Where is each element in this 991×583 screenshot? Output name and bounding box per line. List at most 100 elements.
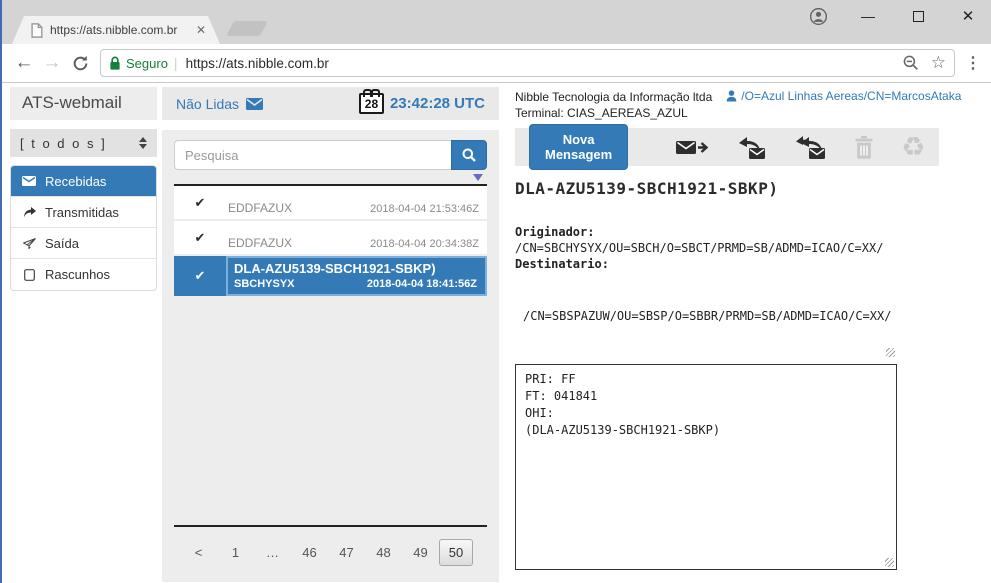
search-button[interactable] <box>451 140 487 170</box>
paper-plane-icon <box>21 238 37 249</box>
sidebar-item-saida[interactable]: Saída <box>11 228 156 259</box>
forward-icon: → <box>38 49 66 77</box>
originator-line: Originador: /CN=SBCHYSYX/OU=SBCH/O=SBCT/… <box>515 224 897 256</box>
lock-icon <box>109 56 121 71</box>
user-icon <box>726 90 737 102</box>
destination-value: /CN=SBSPAZUW/OU=SBSP/O=SBBR/PRMD=SB/ADMD… <box>523 293 891 323</box>
mail-row[interactable]: ✔ EDDFAZUX 2018-04-04 20:34:38Z <box>174 221 487 254</box>
sidebar-item-label: Rascunhos <box>45 267 110 282</box>
clock-time: 23:42:28 UTC <box>390 95 485 112</box>
read-check-icon[interactable]: ✔ <box>174 186 226 219</box>
back-icon[interactable]: ← <box>10 49 38 77</box>
address-bar[interactable]: Seguro | https://ats.nibble.com.br ☆ <box>100 49 955 77</box>
zoom-out-icon[interactable] <box>903 55 919 71</box>
sidebar-item-label: Recebidas <box>45 174 106 189</box>
mail-list: ✔ EDDFAZUX 2018-04-04 21:53:46Z ✔ EDDFAZ… <box>174 184 487 298</box>
reload-icon[interactable] <box>66 49 94 77</box>
pagination: < 1 … 46 47 48 49 50 <box>174 525 487 572</box>
originator-label: Originador: <box>515 225 594 239</box>
resize-handle-icon[interactable] <box>886 348 895 357</box>
mail-row-selected[interactable]: ✔ DLA-AZU5139-SBCH1921-SBKP) SBCHYSYX 20… <box>174 256 487 296</box>
tab-close-icon[interactable]: ✕ <box>196 23 206 37</box>
omnibox-separator: | <box>174 55 178 71</box>
message-subject: DLA-AZU5139-SBCH1921-SBKP) <box>515 179 991 198</box>
address-block: Originador: /CN=SBCHYSYX/OU=SBCH/O=SBCT/… <box>515 224 897 358</box>
resize-handle-icon[interactable] <box>885 558 894 567</box>
folder-filter-value: [ t o d o s ] <box>20 136 107 151</box>
utc-clock: 28 23:42:28 UTC <box>359 93 485 114</box>
mail-sender: EDDFAZUX <box>228 201 292 215</box>
folder-menu: Recebidas Transmitidas Saída Rascunhos <box>10 165 157 291</box>
destination-label: Destinatario: <box>515 257 609 271</box>
reply-all-icon[interactable] <box>795 135 827 160</box>
tab-title: https://ats.nibble.com.br <box>50 23 196 37</box>
mail-sender: EDDFAZUX <box>228 236 292 250</box>
company-name: Nibble Tecnologia da Informação ltda <box>515 89 712 105</box>
sidebar: ATS-webmail [ t o d o s ] Recebidas Tran… <box>2 83 162 582</box>
page-1[interactable]: 1 <box>217 545 254 560</box>
company-info: Nibble Tecnologia da Informação ltda Ter… <box>515 89 712 121</box>
sidebar-item-transmitidas[interactable]: Transmitidas <box>11 197 156 228</box>
page-current[interactable]: 50 <box>439 539 473 566</box>
reply-icon[interactable] <box>737 135 767 160</box>
terminal-name: Terminal: CIAS_AEREAS_AZUL <box>515 105 712 121</box>
favicon-page-icon <box>30 23 43 38</box>
mail-date: 2018-04-04 18:41:56Z <box>367 278 477 290</box>
mail-date: 2018-04-04 21:53:46Z <box>370 203 479 215</box>
minimize-button[interactable]: — <box>855 6 881 26</box>
list-header: Não Lidas 28 23:42:28 UTC <box>162 87 499 120</box>
forward-arrow-icon <box>21 207 37 218</box>
message-list-panel: Não Lidas 28 23:42:28 UTC ✔ <box>162 83 499 582</box>
draft-icon <box>21 269 37 281</box>
bookmark-star-icon[interactable]: ☆ <box>931 53 946 73</box>
mail-date: 2018-04-04 20:34:38Z <box>370 238 479 250</box>
destination-field[interactable]: /CN=SBSPAZUW/OU=SBSP/O=SBBR/PRMD=SB/ADMD… <box>515 274 897 358</box>
app-title: ATS-webmail <box>10 87 157 120</box>
unread-filter[interactable]: Não Lidas <box>176 96 263 112</box>
inbox-icon <box>21 176 37 186</box>
calendar-icon: 28 <box>359 93 384 114</box>
search-icon <box>462 148 476 162</box>
mail-sender: SBCHYSYX <box>234 278 295 290</box>
url-text[interactable]: https://ats.nibble.com.br <box>186 56 903 71</box>
new-tab-button[interactable] <box>226 21 268 36</box>
chrome-menu-icon[interactable]: ⋮ <box>963 53 983 73</box>
page-ellipsis: … <box>254 545 291 560</box>
folder-filter-select[interactable]: [ t o d o s ] <box>10 129 157 157</box>
recycle-icon: ♻ <box>901 134 925 161</box>
browser-titlebar: https://ats.nibble.com.br ✕ — ✕ <box>2 0 991 44</box>
user-dn: /O=Azul Linhas Aereas/CN=MarcosAtaka <box>741 89 961 103</box>
sort-direction-icon[interactable] <box>473 174 483 181</box>
destination-label-line: Destinatario: <box>515 256 897 272</box>
sidebar-item-label: Saída <box>45 236 79 251</box>
viewer-toolbar: Nova Mensagem ♻ <box>515 128 939 166</box>
new-message-button[interactable]: Nova Mensagem <box>529 124 628 170</box>
envelope-icon <box>246 98 263 110</box>
read-check-icon[interactable]: ✔ <box>174 221 226 254</box>
maximize-button[interactable] <box>905 6 931 26</box>
sidebar-item-recebidas[interactable]: Recebidas <box>11 166 156 197</box>
mail-row[interactable]: ✔ EDDFAZUX 2018-04-04 21:53:46Z <box>174 186 487 219</box>
unread-label: Não Lidas <box>176 96 239 112</box>
page-47[interactable]: 47 <box>328 545 365 560</box>
user-account-link[interactable]: /O=Azul Linhas Aereas/CN=MarcosAtaka <box>726 89 961 121</box>
security-label: Seguro <box>126 56 168 71</box>
mail-title: DLA-AZU5139-SBCH1921-SBKP) <box>234 261 477 276</box>
close-button[interactable]: ✕ <box>955 6 981 26</box>
page-prev[interactable]: < <box>180 545 217 560</box>
message-body-field[interactable]: PRI: FF FT: 041841 OHI: (DLA-AZU5139-SBC… <box>515 364 897 570</box>
sidebar-item-label: Transmitidas <box>45 205 119 220</box>
browser-tab[interactable]: https://ats.nibble.com.br ✕ <box>12 16 220 44</box>
search-input[interactable] <box>174 140 451 170</box>
sidebar-item-rascunhos[interactable]: Rascunhos <box>11 259 156 290</box>
page-49[interactable]: 49 <box>402 545 439 560</box>
page-48[interactable]: 48 <box>365 545 402 560</box>
browser-navbar: ← → Seguro | https://ats.nibble.com.br ☆… <box>2 44 991 83</box>
message-viewer: Nibble Tecnologia da Informação ltda Ter… <box>499 83 991 582</box>
trash-icon <box>855 136 873 159</box>
read-check-icon[interactable]: ✔ <box>174 256 226 296</box>
select-arrows-icon <box>139 137 147 149</box>
page-46[interactable]: 46 <box>291 545 328 560</box>
profile-icon[interactable] <box>805 6 831 26</box>
forward-mail-icon[interactable] <box>676 137 709 158</box>
